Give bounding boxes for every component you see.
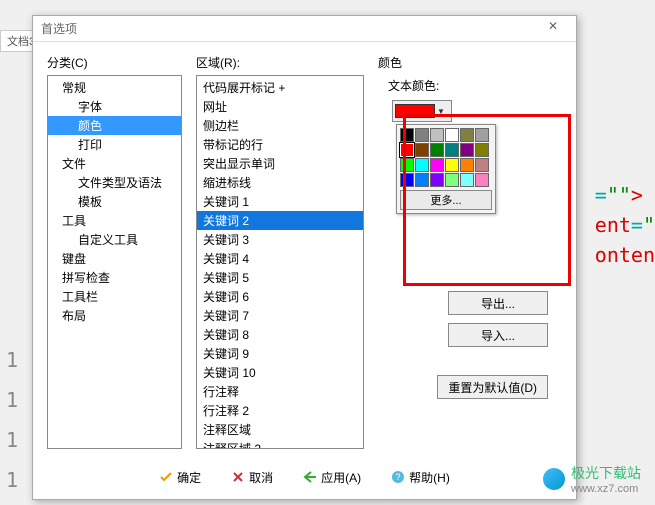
close-button[interactable]: ✕ (538, 19, 568, 39)
list-item[interactable]: 关键词 7 (197, 306, 363, 325)
list-item[interactable]: 关键词 1 (197, 192, 363, 211)
list-item[interactable]: 行注释 2 (197, 401, 363, 420)
tree-item[interactable]: 文件 (48, 154, 181, 173)
list-item[interactable]: 带标记的行 (197, 135, 363, 154)
palette-color[interactable] (475, 143, 489, 157)
preferences-dialog: 首选项 ✕ 分类(C) 常规字体颜色打印文件文件类型及语法模板工具自定义工具键盘… (32, 15, 577, 500)
watermark-brand: 极光下载站 (571, 463, 641, 483)
category-label: 分类(C) (47, 54, 182, 71)
dialog-footer: 确定 取消 应用(A) ? 帮助(H) (33, 465, 576, 489)
tree-item[interactable]: 布局 (48, 306, 181, 325)
text-color-button[interactable]: ▼ (392, 100, 452, 122)
help-label: 帮助(H) (409, 469, 450, 486)
palette-color[interactable] (445, 143, 459, 157)
palette-color[interactable] (430, 143, 444, 157)
ok-label: 确定 (177, 469, 201, 486)
dialog-title: 首选项 (41, 20, 77, 37)
dropdown-arrow-icon: ▼ (435, 107, 447, 116)
titlebar: 首选项 ✕ (33, 16, 576, 42)
more-colors-button[interactable]: 更多... (400, 190, 492, 210)
tree-item[interactable]: 拼写检查 (48, 268, 181, 287)
help-icon: ? (391, 470, 405, 484)
check-icon (159, 470, 173, 484)
cross-icon (231, 470, 245, 484)
list-item[interactable]: 关键词 4 (197, 249, 363, 268)
svg-text:?: ? (396, 472, 401, 482)
palette-color[interactable] (400, 128, 414, 142)
list-item[interactable]: 关键词 2 (197, 211, 363, 230)
list-item[interactable]: 突出显示单词 (197, 154, 363, 173)
tree-item[interactable]: 文件类型及语法 (48, 173, 181, 192)
palette-color[interactable] (445, 173, 459, 187)
export-button[interactable]: 导出... (448, 291, 548, 315)
text-color-label: 文本颜色: (388, 77, 562, 94)
apply-arrow-icon (303, 470, 317, 484)
tree-item[interactable]: 颜色 (48, 116, 181, 135)
color-section-label: 颜色 (378, 54, 562, 71)
list-item[interactable]: 网址 (197, 97, 363, 116)
palette-color[interactable] (415, 173, 429, 187)
list-item[interactable]: 行注释 (197, 382, 363, 401)
list-item[interactable]: 侧边栏 (197, 116, 363, 135)
tree-item[interactable]: 键盘 (48, 249, 181, 268)
palette-color[interactable] (415, 143, 429, 157)
palette-color[interactable] (460, 158, 474, 172)
palette-color[interactable] (400, 143, 414, 157)
palette-color[interactable] (475, 173, 489, 187)
palette-color[interactable] (460, 143, 474, 157)
cancel-label: 取消 (249, 469, 273, 486)
palette-color[interactable] (445, 158, 459, 172)
color-palette-popup: 更多... (396, 124, 496, 214)
watermark: 极光下载站 www.xz7.com (543, 463, 641, 495)
tree-item[interactable]: 工具 (48, 211, 181, 230)
palette-grid[interactable] (400, 128, 492, 187)
watermark-url: www.xz7.com (571, 483, 641, 495)
region-list[interactable]: 代码展开标记 +网址侧边栏带标记的行突出显示单词缩进标线关键词 1关键词 2关键… (196, 75, 364, 449)
ok-button[interactable]: 确定 (153, 465, 207, 489)
region-label: 区域(R): (196, 54, 364, 71)
palette-color[interactable] (415, 128, 429, 142)
palette-color[interactable] (460, 128, 474, 142)
cancel-button[interactable]: 取消 (225, 465, 279, 489)
tree-item[interactable]: 工具栏 (48, 287, 181, 306)
list-item[interactable]: 关键词 5 (197, 268, 363, 287)
palette-color[interactable] (430, 173, 444, 187)
palette-color[interactable] (400, 173, 414, 187)
apply-button[interactable]: 应用(A) (297, 465, 367, 489)
list-item[interactable]: 关键词 8 (197, 325, 363, 344)
tree-item[interactable]: 打印 (48, 135, 181, 154)
import-button[interactable]: 导入... (448, 323, 548, 347)
tree-item[interactable]: 字体 (48, 97, 181, 116)
palette-color[interactable] (460, 173, 474, 187)
list-item[interactable]: 关键词 6 (197, 287, 363, 306)
list-item[interactable]: 关键词 3 (197, 230, 363, 249)
tree-item[interactable]: 常规 (48, 78, 181, 97)
list-item[interactable]: 注释区域 2 (197, 439, 363, 449)
palette-color[interactable] (400, 158, 414, 172)
watermark-logo-icon (543, 468, 565, 490)
list-item[interactable]: 关键词 9 (197, 344, 363, 363)
tree-item[interactable]: 自定义工具 (48, 230, 181, 249)
palette-color[interactable] (430, 128, 444, 142)
palette-color[interactable] (415, 158, 429, 172)
color-swatch (395, 104, 435, 118)
list-item[interactable]: 代码展开标记 + (197, 78, 363, 97)
apply-label: 应用(A) (321, 469, 361, 486)
list-item[interactable]: 关键词 10 (197, 363, 363, 382)
palette-color[interactable] (430, 158, 444, 172)
category-tree[interactable]: 常规字体颜色打印文件文件类型及语法模板工具自定义工具键盘拼写检查工具栏布局 (47, 75, 182, 449)
reset-defaults-button[interactable]: 重置为默认值(D) (437, 375, 548, 399)
palette-color[interactable] (445, 128, 459, 142)
palette-color[interactable] (475, 158, 489, 172)
list-item[interactable]: 注释区域 (197, 420, 363, 439)
list-item[interactable]: 缩进标线 (197, 173, 363, 192)
help-button[interactable]: ? 帮助(H) (385, 465, 456, 489)
palette-color[interactable] (475, 128, 489, 142)
tree-item[interactable]: 模板 (48, 192, 181, 211)
